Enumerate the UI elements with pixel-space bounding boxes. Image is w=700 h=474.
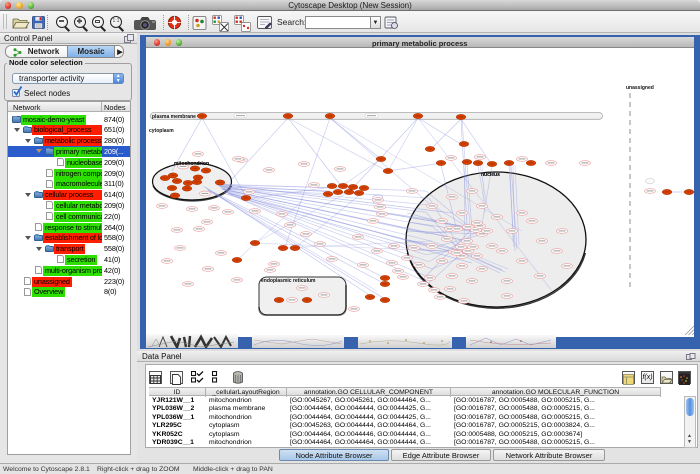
svg-text:mitochondrion: mitochondrion (174, 161, 209, 167)
svg-text:cytoplasm: cytoplasm (149, 128, 174, 134)
svg-text:plasma membrane: plasma membrane (152, 114, 196, 120)
svg-text:unassigned: unassigned (626, 85, 654, 91)
svg-text:endoplasmic reticulum: endoplasmic reticulum (261, 278, 316, 284)
svg-text:nucleus: nucleus (481, 172, 500, 178)
